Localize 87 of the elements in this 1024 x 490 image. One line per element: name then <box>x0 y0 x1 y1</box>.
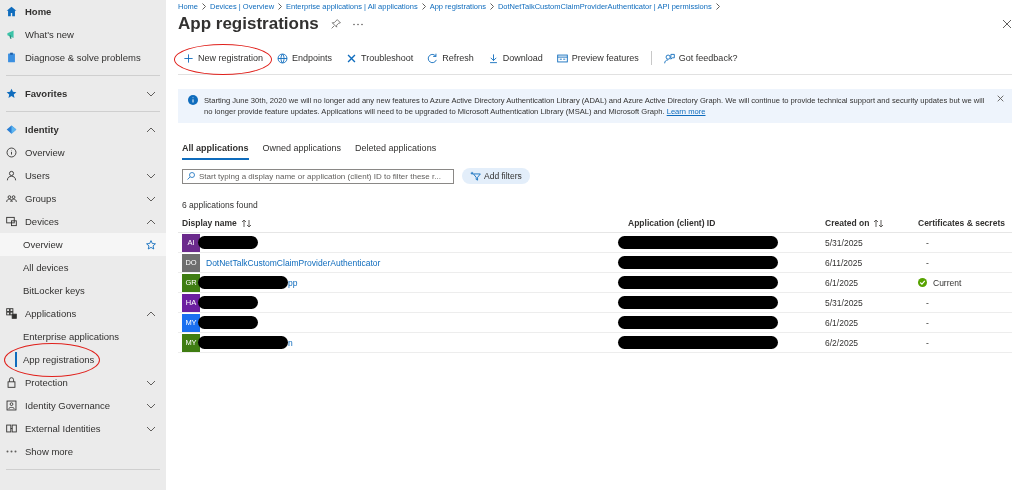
table-cell: 6/2/2025 <box>821 333 914 353</box>
sidebar-item[interactable]: Identity <box>0 118 166 141</box>
toolbar-button[interactable]: New registration <box>178 50 269 66</box>
clipboard-icon <box>6 52 17 63</box>
tab[interactable]: Owned applications <box>262 139 342 160</box>
external-identities-icon <box>6 423 17 434</box>
sidebar-item[interactable]: All devices <box>0 256 166 279</box>
home-icon <box>6 6 17 17</box>
certificate-status: - <box>926 297 929 308</box>
table-cell: 5/31/2025 <box>821 233 914 253</box>
group-icon <box>6 193 17 204</box>
search-icon <box>187 172 195 180</box>
column-header[interactable]: Application (client) ID <box>624 214 821 233</box>
info-icon <box>6 147 17 158</box>
refresh-icon <box>427 52 439 64</box>
tab[interactable]: All applications <box>182 139 249 160</box>
sidebar-item[interactable]: Home <box>0 0 166 23</box>
table-cell: 5/31/2025 <box>821 293 914 313</box>
id-badge-icon <box>6 400 17 411</box>
column-header[interactable]: Created on <box>821 214 914 233</box>
sidebar-item[interactable]: Enterprise applications <box>0 325 166 348</box>
sidebar-item[interactable]: Favorites <box>0 82 166 105</box>
sort-icon[interactable] <box>873 218 885 228</box>
more-icon[interactable] <box>352 22 363 26</box>
apps-grid-icon <box>6 308 17 319</box>
sort-icon[interactable] <box>240 218 252 228</box>
chevron-right-icon <box>715 3 720 10</box>
toolbar-button[interactable]: Refresh <box>422 50 479 66</box>
sidebar-item[interactable]: Protection <box>0 371 166 394</box>
chevron-right-icon <box>421 3 426 10</box>
add-filters-button[interactable]: Add filters <box>462 168 530 184</box>
certificate-status: - <box>926 237 929 248</box>
toolbar-button[interactable]: Download <box>482 50 548 66</box>
tab[interactable]: Deleted applications <box>355 139 437 160</box>
star-icon <box>6 88 17 99</box>
column-header[interactable]: Display name <box>178 214 624 233</box>
search-field[interactable]: Start typing a display name or application (client) ID to filter these r... <box>182 168 454 184</box>
sidebar-item[interactable]: Show more <box>0 440 166 463</box>
user-icon <box>6 170 17 181</box>
plus-icon <box>183 52 194 64</box>
sidebar-item[interactable]: Groups <box>0 187 166 210</box>
sidebar-item[interactable]: Users <box>0 164 166 187</box>
certificate-status: - <box>926 317 929 328</box>
download-icon <box>487 52 499 64</box>
toolbar-button[interactable]: Endpoints <box>272 50 338 66</box>
ellipsis-icon <box>6 450 17 453</box>
megaphone-icon <box>6 29 17 40</box>
app-name-link[interactable]: n <box>288 337 293 348</box>
app-name-link[interactable]: pp <box>288 277 298 288</box>
filter-icon <box>470 171 481 181</box>
sidebar-item[interactable]: Identity Governance <box>0 394 166 417</box>
pin-icon[interactable] <box>330 19 341 29</box>
star-outline-icon[interactable] <box>146 239 156 250</box>
chevron-right-icon <box>278 3 283 10</box>
page-title: App registrations <box>178 14 319 34</box>
sidebar-item[interactable]: Overview <box>0 233 166 256</box>
table-cell: 6/1/2025 <box>821 313 914 333</box>
close-icon[interactable] <box>1002 19 1012 29</box>
toolbar-button[interactable]: Troubleshoot <box>341 50 419 66</box>
toolbar-button[interactable]: Got feedback? <box>658 50 743 66</box>
sidebar-item[interactable]: Diagnose & solve problems <box>0 46 166 69</box>
lock-icon <box>6 377 17 388</box>
toolbar-button[interactable]: Preview features <box>551 50 644 66</box>
app-name-link[interactable]: DotNetTalkCustomClaimProviderAuthenticator <box>206 257 381 268</box>
sidebar-item[interactable]: BitLocker keys <box>0 279 166 302</box>
preview-icon <box>556 52 568 64</box>
sidebar-item[interactable]: Devices <box>0 210 166 233</box>
chevron-right-icon <box>202 3 206 10</box>
certificate-status: Current <box>933 277 962 288</box>
column-header[interactable]: Certificates & secrets <box>914 214 1012 233</box>
feedback-icon <box>663 52 675 64</box>
close-icon[interactable] <box>997 95 1004 102</box>
table-cell: 6/1/2025 <box>821 273 914 293</box>
certificate-status: - <box>926 337 929 348</box>
results-count: 6 applications found <box>182 200 259 210</box>
sidebar-item[interactable]: What's new <box>0 23 166 46</box>
table-cell: 6/11/2025 <box>821 253 914 273</box>
sidebar-item[interactable]: App registrations <box>0 348 166 371</box>
devices-icon <box>6 216 17 227</box>
chevron-right-icon <box>489 3 494 10</box>
diamond-icon <box>6 124 17 135</box>
certificate-status: - <box>926 257 929 268</box>
sidebar-item[interactable]: External Identities <box>0 417 166 440</box>
sidebar-item[interactable]: Applications <box>0 302 166 325</box>
sidebar-item[interactable]: Overview <box>0 141 166 164</box>
globe-icon <box>277 52 289 64</box>
info-icon <box>188 95 198 105</box>
